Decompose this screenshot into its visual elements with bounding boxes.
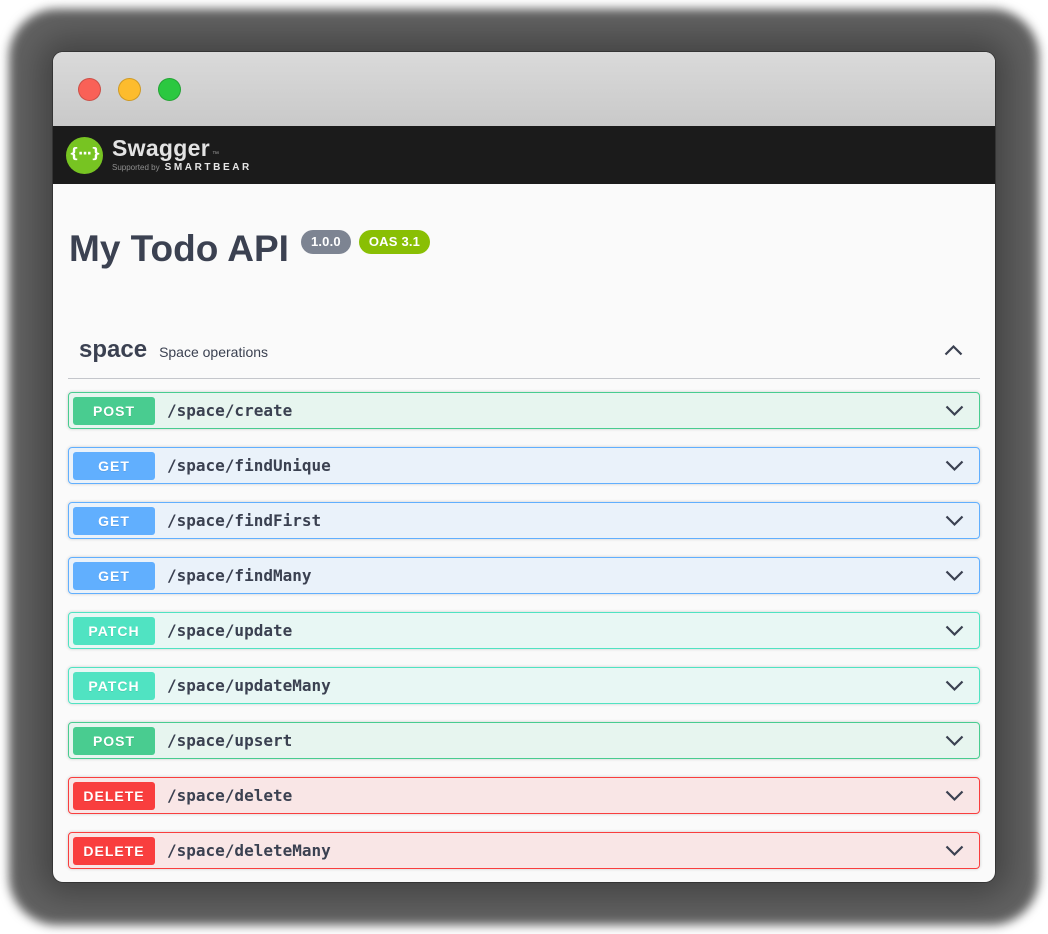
operation-path: /space/updateMany [167,676,331,695]
operation-row[interactable]: GET /space/findFirst [68,502,980,539]
operation-row[interactable]: POST /space/create [68,392,980,429]
tag-section-labels: space Space operations [79,336,268,364]
curly-braces-glyph: {···} [69,146,100,162]
brand-block: Swagger ™ Supported by SMARTBEAR [112,137,252,173]
operation-row[interactable]: PATCH /space/update [68,612,980,649]
zoom-button[interactable] [158,78,181,101]
chevron-down-icon[interactable] [943,402,966,420]
window-titlebar[interactable] [53,52,995,126]
operation-row[interactable]: PATCH /space/updateMany [68,667,980,704]
operation-path: /space/create [167,401,292,420]
minimize-button[interactable] [118,78,141,101]
chevron-up-icon[interactable] [942,341,965,359]
operation-row[interactable]: POST /space/upsert [68,722,980,759]
operations-list: POST /space/create GET /space/findUnique… [68,392,980,869]
operation-path: /space/update [167,621,292,640]
method-badge: DELETE [73,837,155,865]
chevron-down-icon[interactable] [943,512,966,530]
operation-row[interactable]: DELETE /space/deleteMany [68,832,980,869]
swagger-topbar: {···} Swagger ™ Supported by SMARTBEAR [53,126,995,184]
version-badge: 1.0.0 [301,230,351,254]
operation-path: /space/findMany [167,566,312,585]
method-badge: DELETE [73,782,155,810]
sponsor-name: SMARTBEAR [165,163,252,173]
operation-row[interactable]: GET /space/findUnique [68,447,980,484]
operation-path: /space/findUnique [167,456,331,475]
operation-path: /space/delete [167,786,292,805]
tag-description: Space operations [159,344,268,360]
chevron-down-icon[interactable] [943,787,966,805]
operation-row[interactable]: GET /space/findMany [68,557,980,594]
supported-by-label: Supported by [112,164,160,172]
operation-path: /space/upsert [167,731,292,750]
swagger-logo-icon: {···} [66,137,103,174]
oas-badge: OAS 3.1 [359,230,430,254]
chevron-down-icon[interactable] [943,457,966,475]
method-badge: GET [73,452,155,480]
tag-section-header[interactable]: space Space operations [68,336,980,364]
chevron-down-icon[interactable] [943,732,966,750]
chevron-down-icon[interactable] [943,842,966,860]
method-badge: PATCH [73,617,155,645]
close-button[interactable] [78,78,101,101]
method-badge: PATCH [73,672,155,700]
method-badge: GET [73,507,155,535]
screenshot-stage: {···} Swagger ™ Supported by SMARTBEAR M… [0,0,1048,934]
trademark-symbol: ™ [212,151,219,158]
brand-name: Swagger [112,137,210,160]
method-badge: POST [73,727,155,755]
section-divider [68,378,980,379]
method-badge: POST [73,397,155,425]
chevron-down-icon[interactable] [943,567,966,585]
traffic-lights [78,78,181,101]
operation-path: /space/findFirst [167,511,321,530]
page-title: My Todo API [69,228,289,270]
api-content: My Todo API 1.0.0 OAS 3.1 space Space op… [53,228,995,869]
operation-row[interactable]: DELETE /space/delete [68,777,980,814]
operation-path: /space/deleteMany [167,841,331,860]
method-badge: GET [73,562,155,590]
app-window: {···} Swagger ™ Supported by SMARTBEAR M… [53,52,995,882]
chevron-down-icon[interactable] [943,622,966,640]
api-info: My Todo API 1.0.0 OAS 3.1 [68,228,980,270]
chevron-down-icon[interactable] [943,677,966,695]
tag-name: space [79,336,147,364]
title-badges: 1.0.0 OAS 3.1 [301,230,430,254]
